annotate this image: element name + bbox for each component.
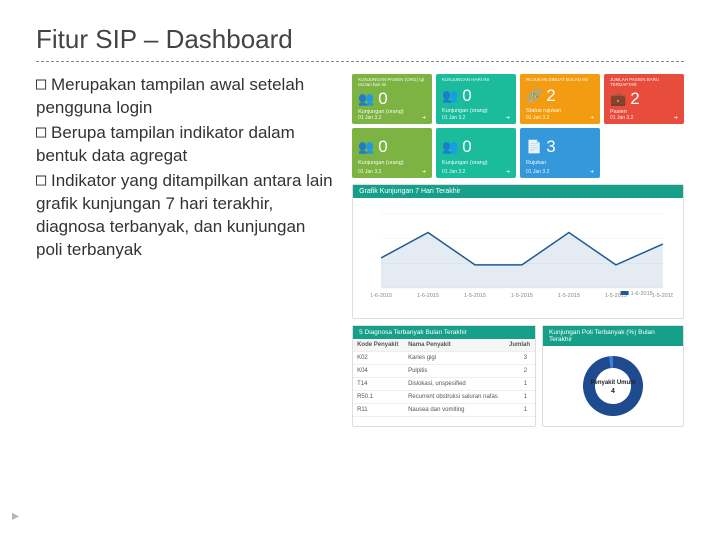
diagnosa-table: Kode PenyakitNama PenyakitJumlah K02Kari… [353,339,535,417]
svg-text:1-5-2015: 1-5-2015 [652,293,673,299]
table-row: R50.1Recurrent obstruksi saluran nafas1 [353,391,535,404]
arrow-icon: ➔ [674,115,678,121]
card-icon: 👥 [358,139,374,155]
card-value: 0 [462,86,471,106]
card-value: 3 [546,137,555,157]
card-footer: 01 Jan 3.2➔ [442,169,510,175]
stat-cards: KUNJUNGAN PASIEN (ORG) tgl 01/Jan hari i… [352,74,684,178]
table-cell: Pulpitis [404,365,505,378]
stat-card: 👥0 Kunjungan (orang) 01 Jan 3.2➔ [436,128,516,178]
diagnosa-table-title: 5 Diagnosa Terbanyak Bulan Terakhir [353,326,535,339]
stat-card: 👥0 Kunjungan (orang) 01 Jan 3.2➔ [352,128,432,178]
card-header: RUJUKAN DIBUAT BULAN INI [526,78,594,83]
card-header: JUMLAH PASIEN BARU TERDAFTAR [610,78,678,87]
table-row: K04Pulpitis2 [353,365,535,378]
table-cell: 1 [505,378,535,391]
bullet-text: Indikator yang ditampilkan antara lain g… [36,171,333,259]
card-value: 0 [378,137,387,157]
arrow-icon: ➔ [590,115,594,121]
card-footer: 01 Jan 3.2➔ [442,115,510,121]
table-cell: Karies gigi [404,352,505,365]
card-value: 2 [630,89,639,109]
card-icon: 💼 [610,91,626,107]
table-row: K02Karies gigi3 [353,352,535,365]
card-footer: 01 Jan 3.2➔ [358,169,426,175]
table-cell: 3 [505,352,535,365]
arrow-icon: ➔ [422,115,426,121]
card-icon: 👥 [442,139,458,155]
table-cell: K04 [353,365,404,378]
stat-card: 📄3 Rujukan 01 Jan 3.2➔ [520,128,600,178]
stat-card: JUMLAH PASIEN BARU TERDAFTAR💼2Pasien01 J… [604,74,684,124]
card-label: Kunjungan (orang) [358,160,426,166]
svg-text:Penyakit Umum: Penyakit Umum [591,380,636,386]
card-icon: 👥 [358,91,374,107]
card-footer: 01 Jan 3.2➔ [358,115,426,121]
table-cell: Dislokasi, unspesified [404,378,505,391]
bullet-text: Berupa tampilan indikator dalam bentuk d… [36,123,295,165]
card-label: Kunjungan (orang) [442,108,510,114]
table-cell: T14 [353,378,404,391]
bullet-list: □ Merupakan tampilan awal setelah penggu… [36,74,334,427]
donut-chart: Penyakit Umum 4 [574,347,652,425]
card-header: KUNJUNGAN PASIEN (ORG) tgl 01/Jan hari i… [358,78,426,87]
diagnosa-table-panel: 5 Diagnosa Terbanyak Bulan Terakhir Kode… [352,325,536,427]
table-header: Nama Penyakit [404,339,505,352]
donut-title: Kunjungan Poli Terbanyak (%) Bulan Terak… [543,326,683,346]
table-cell: 1 [505,404,535,417]
checkbox-icon: □ [36,122,46,142]
card-value: 0 [462,137,471,157]
stat-card: RUJUKAN DIBUAT BULAN INI 🔗2 Status rujukan… [520,74,600,124]
card-icon: 👥 [442,88,458,104]
card-footer: 01 Jan 3.2➔ [610,115,678,121]
arrow-icon: ➔ [590,169,594,175]
arrow-icon: ➔ [506,115,510,121]
table-cell: 1 [505,391,535,404]
svg-text:1-5-2015: 1-5-2015 [558,293,580,299]
table-cell: R50.1 [353,391,404,404]
line-chart-panel: Grafik Kunjungan 7 Hari Terakhir 1-6-201… [352,184,684,319]
checkbox-icon: □ [36,74,46,94]
title-divider [36,61,684,62]
svg-text:1-5-2015: 1-5-2015 [464,293,486,299]
card-footer: 01 Jan 3.2➔ [526,169,594,175]
arrow-icon: ➔ [506,169,510,175]
arrow-icon: ➔ [422,169,426,175]
card-label: Kunjungan (orang) [442,160,510,166]
table-header: Kode Penyakit [353,339,404,352]
table-row: T14Dislokasi, unspesified1 [353,378,535,391]
card-header: KUNJUNGAN HARI INI [442,78,510,83]
stat-card: KUNJUNGAN HARI INI 👥0 Kunjungan (orang)01 … [436,74,516,124]
line-chart-title: Grafik Kunjungan 7 Hari Terakhir [353,185,683,198]
table-cell: Nausea dan vomiting [404,404,505,417]
svg-text:1-5-2015: 1-5-2015 [511,293,533,299]
table-row: R11Nausea dan vomiting1 [353,404,535,417]
table-header: Jumlah [505,339,535,352]
card-footer: 01 Jan 3.2➔ [526,115,594,121]
slide-title: Fitur SIP – Dashboard [36,24,684,55]
svg-text:1-6-2015: 1-6-2015 [371,293,392,299]
table-cell: K02 [353,352,404,365]
bullet-text: Merupakan tampilan awal setelah pengguna… [36,75,304,117]
card-label: Rujukan [526,160,594,166]
stat-card: KUNJUNGAN PASIEN (ORG) tgl 01/Jan hari i… [352,74,432,124]
svg-text:4: 4 [611,388,615,395]
slide-marker-icon: ▸ [12,507,19,524]
card-icon: 📄 [526,139,542,155]
donut-panel: Kunjungan Poli Terbanyak (%) Bulan Terak… [542,325,684,427]
table-cell: Recurrent obstruksi saluran nafas [404,391,505,404]
card-icon: 🔗 [526,88,542,104]
table-cell: 2 [505,365,535,378]
dashboard-preview: KUNJUNGAN PASIEN (ORG) tgl 01/Jan hari i… [352,74,684,427]
table-cell: R11 [353,404,404,417]
card-value: 0 [378,89,387,109]
checkbox-icon: □ [36,170,46,190]
card-value: 2 [546,86,555,106]
svg-text:1-6-2015: 1-6-2015 [631,291,653,297]
line-chart: 1-6-20151-6-20151-5-20151-5-20151-5-2015… [371,206,673,306]
card-label: Status rujukan [526,108,594,114]
svg-text:1-6-2015: 1-6-2015 [417,293,439,299]
